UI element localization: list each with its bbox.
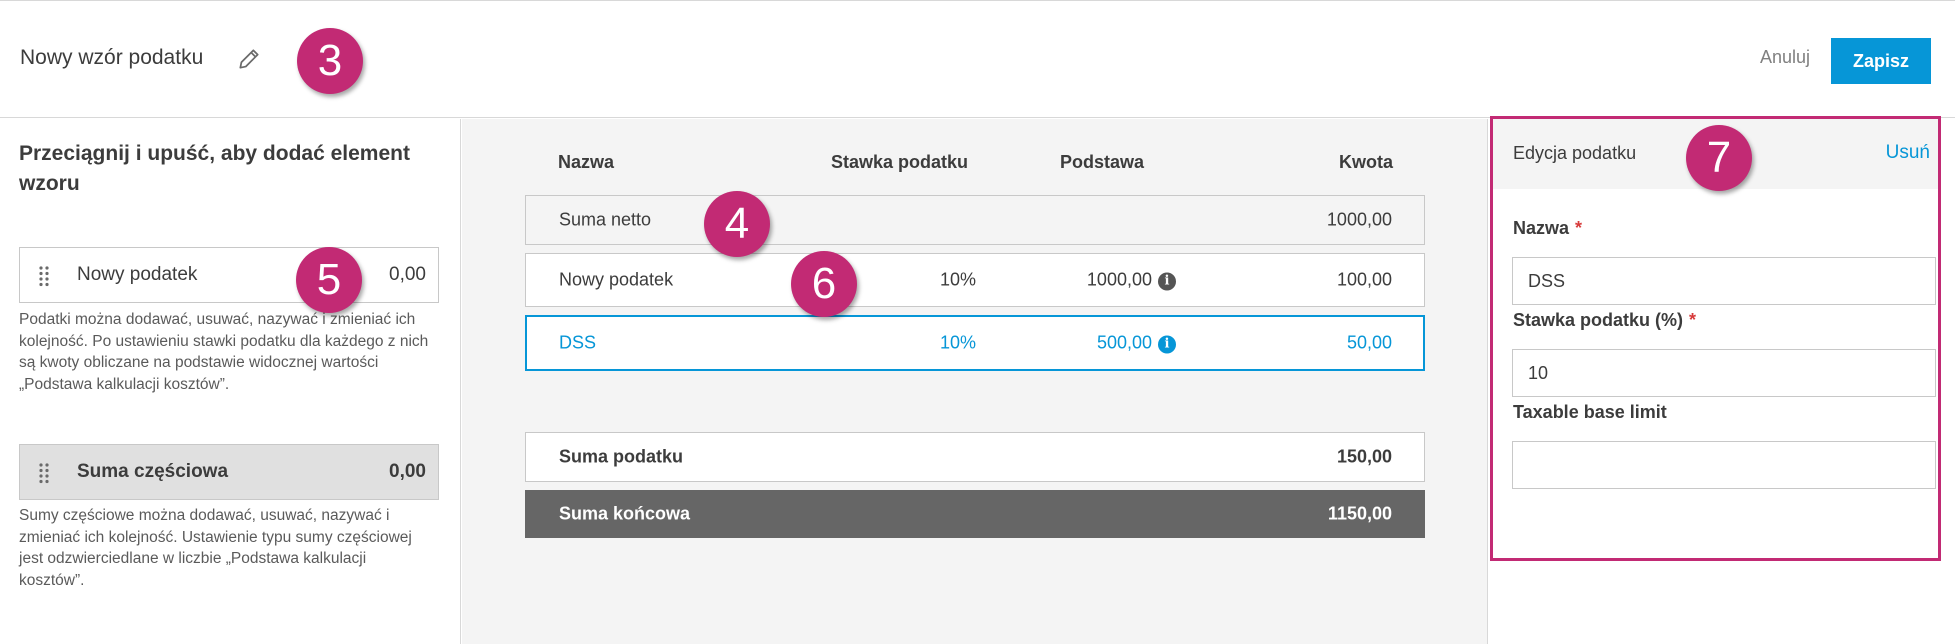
row-base: 1000,00 [1086,269,1152,290]
table-row-tax-sum[interactable]: Suma podatku 150,00 [525,432,1425,482]
row-amount: 1000,00 [1326,209,1392,230]
callout-badge: 5 [296,247,362,313]
cancel-button[interactable]: Anuluj [1760,47,1810,68]
callout-badge: 4 [704,191,770,257]
callout-badge: 6 [791,251,857,317]
info-icon[interactable]: i [1158,272,1176,291]
row-name: Nowy podatek [559,269,674,290]
tax-template-table: Nazwa Stawka podatku Podstawa Kwota Suma… [462,119,1488,644]
drag-handle-icon[interactable] [38,265,50,287]
column-header-base: Podstawa [1060,152,1145,172]
name-field-label: Nazwa * [1513,218,1582,239]
elements-palette: Przeciągnij i upuść, aby dodać element w… [0,119,461,644]
column-header-name: Nazwa [558,152,615,172]
drag-handle-icon[interactable] [38,462,50,484]
rate-field-label: Stawka podatku (%) * [1513,310,1696,331]
row-name: Suma końcowa [559,503,691,524]
table-row-dss-selected[interactable]: DSS 10% 500,00 i 50,00 [525,315,1425,371]
page-title: Nowy wzór podatku [20,46,204,69]
row-base-group: 1000,00 i [1087,270,1176,291]
subtotal-item[interactable]: Suma częściowa 0,00 [19,444,439,500]
subtotal-label: Suma częściowa [77,461,229,482]
limit-input[interactable] [1512,441,1936,489]
tax-template-editor: Nowy wzór podatku Anuluj Zapisz Przeciąg… [0,0,1955,644]
rate-input[interactable] [1512,349,1936,397]
row-name: Suma netto [559,209,652,230]
callout-badge: 7 [1686,125,1752,191]
column-header-rate: Stawka podatku [831,152,969,172]
required-mark: * [1689,310,1697,330]
table-row-final-sum[interactable]: Suma końcowa 1150,00 [525,490,1425,538]
row-amount: 50,00 [1346,332,1392,353]
column-header-amount: Kwota [1339,152,1393,172]
limit-field-label: Taxable base limit [1513,402,1667,422]
tax-help-text: Podatki można dodawać, usuwać, nazywać i… [19,311,429,393]
new-tax-label: Nowy podatek [77,264,198,285]
new-tax-item[interactable]: Nowy podatek 0,00 [19,247,439,303]
row-rate: 10% [939,332,976,353]
row-amount: 100,00 [1336,269,1392,290]
name-label-text: Nazwa [1513,218,1570,238]
table-row-new-tax[interactable]: Nowy podatek 10% 1000,00 i 100,00 [525,253,1425,307]
callout-badge: 3 [297,28,363,94]
table-row-net-sum[interactable]: Suma netto 1000,00 [525,195,1425,245]
row-amount: 150,00 [1336,446,1392,467]
pencil-icon[interactable] [236,46,262,72]
row-base-group: 500,00 i [1097,333,1176,354]
header-bar: Nowy wzór podatku Anuluj Zapisz [0,0,1955,118]
row-name: Suma podatku [559,446,684,467]
required-mark: * [1575,218,1583,238]
row-rate: 10% [939,269,976,290]
rate-label-text: Stawka podatku (%) [1513,310,1684,330]
delete-button[interactable]: Usuń [1886,142,1930,164]
save-button[interactable]: Zapisz [1831,38,1931,84]
editor-title: Edycja podatku [1513,143,1637,163]
name-input[interactable] [1512,257,1936,305]
palette-heading: Przeciągnij i upuść, aby dodać element w… [19,142,410,195]
new-tax-value: 0,00 [389,264,426,285]
row-base: 500,00 [1096,332,1152,353]
info-icon[interactable]: i [1158,335,1176,354]
row-amount: 1150,00 [1327,503,1392,524]
row-name: DSS [559,332,597,353]
subtotal-help-text: Sumy częściowe można dodawać, usuwać, na… [19,507,412,589]
subtotal-value: 0,00 [389,461,426,482]
